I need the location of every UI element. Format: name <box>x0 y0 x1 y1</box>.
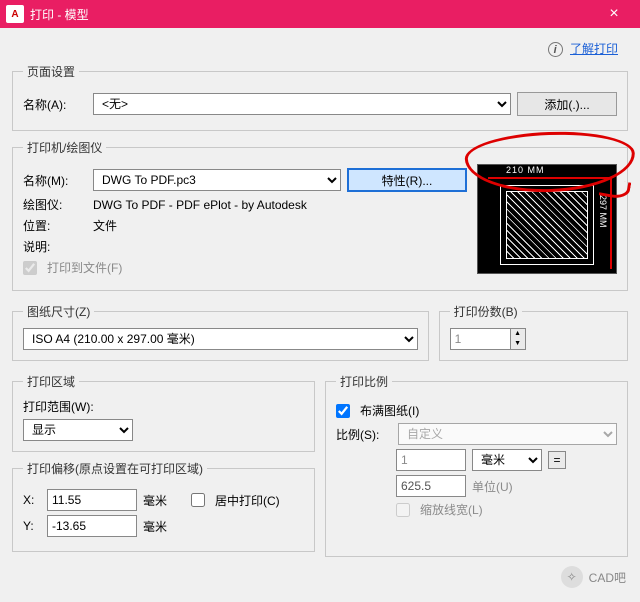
copies-group: 打印份数(B) ▲▼ <box>439 303 628 361</box>
printer-name-label: 名称(M): <box>23 172 87 189</box>
preview-dim-h <box>488 177 612 179</box>
center-plot-label: 居中打印(C) <box>215 492 280 509</box>
watermark-text: CAD吧 <box>589 569 626 586</box>
plot-scale-legend: 打印比例 <box>336 373 392 390</box>
scale-label: 比例(S): <box>336 426 392 443</box>
preview-height-label: 297 MM <box>598 195 608 228</box>
printer-group: 打印机/绘图仪 名称(M): DWG To PDF.pc3 特性(R)... 绘… <box>12 139 628 291</box>
plot-area-group: 打印区域 打印范围(W): 显示 <box>12 373 315 452</box>
offset-y-input[interactable] <box>47 515 137 537</box>
watermark: ✧ CAD吧 <box>561 566 626 588</box>
plotter-value: DWG To PDF - PDF ePlot - by Autodesk <box>93 198 307 212</box>
printer-properties-button[interactable]: 特性(R)... <box>347 168 467 192</box>
what-to-plot-label: 打印范围(W): <box>23 398 304 415</box>
preview-dim-v <box>610 177 612 269</box>
equals-button[interactable]: = <box>548 451 566 469</box>
plot-area-legend: 打印区域 <box>23 373 79 390</box>
where-label: 位置: <box>23 217 87 234</box>
page-setup-name-label: 名称(A): <box>23 96 87 113</box>
plotter-label: 绘图仪: <box>23 196 87 213</box>
scale-unit-select[interactable]: 毫米 <box>472 449 542 471</box>
plot-offset-group: 打印偏移(原点设置在可打印区域) X: 毫米 居中打印(C) Y: 毫米 <box>12 460 315 552</box>
close-icon[interactable]: × <box>594 5 634 23</box>
copies-input <box>450 328 510 350</box>
preview-page-rect <box>500 185 594 265</box>
titlebar: A 打印 - 模型 × <box>0 0 640 28</box>
copies-spinner[interactable]: ▲▼ <box>450 328 617 350</box>
preview-hatch <box>506 191 588 259</box>
offset-y-unit: 毫米 <box>143 518 167 535</box>
plot-offset-legend: 打印偏移(原点设置在可打印区域) <box>23 460 207 477</box>
paper-size-legend: 图纸尺寸(Z) <box>23 303 94 320</box>
offset-x-label: X: <box>23 493 41 507</box>
fit-to-paper-label: 布满图纸(I) <box>360 402 419 419</box>
scale-den-unit-label: 单位(U) <box>472 478 513 495</box>
page-setup-name-select[interactable]: <无> <box>93 93 511 115</box>
watermark-icon: ✧ <box>561 566 583 588</box>
center-plot-checkbox[interactable] <box>191 493 205 507</box>
offset-y-label: Y: <box>23 519 41 533</box>
what-to-plot-select[interactable]: 显示 <box>23 419 133 441</box>
scale-lineweights-label: 缩放线宽(L) <box>420 501 483 518</box>
learn-about-plotting-link[interactable]: 了解打印 <box>570 42 618 56</box>
scale-select: 自定义 <box>398 423 617 445</box>
plot-to-file-checkbox <box>23 261 37 275</box>
copies-legend: 打印份数(B) <box>450 303 522 320</box>
paper-size-select[interactable]: ISO A4 (210.00 x 297.00 毫米) <box>23 328 418 350</box>
app-icon: A <box>6 5 24 23</box>
printer-name-select[interactable]: DWG To PDF.pc3 <box>93 169 341 191</box>
page-setup-group: 页面设置 名称(A): <无> 添加(.)... <box>12 63 628 131</box>
offset-x-unit: 毫米 <box>143 492 167 509</box>
printer-legend: 打印机/绘图仪 <box>23 139 106 156</box>
spinner-down-icon: ▼ <box>511 339 525 349</box>
plot-to-file-label: 打印到文件(F) <box>47 259 122 276</box>
add-page-setup-button[interactable]: 添加(.)... <box>517 92 617 116</box>
scale-numerator-input <box>396 449 466 471</box>
window-title: 打印 - 模型 <box>30 6 594 23</box>
preview-width-label: 210 MM <box>506 165 545 175</box>
fit-to-paper-checkbox[interactable] <box>336 404 350 418</box>
info-icon: i <box>548 42 563 57</box>
paper-preview: 210 MM 297 MM <box>477 164 617 274</box>
plot-scale-group: 打印比例 布满图纸(I) 比例(S): 自定义 毫米 = <box>325 373 628 557</box>
description-label: 说明: <box>23 238 87 255</box>
spinner-up-icon: ▲ <box>511 329 525 339</box>
help-row: i 了解打印 <box>12 36 628 59</box>
scale-lineweights-checkbox <box>396 503 410 517</box>
scale-denominator-input <box>396 475 466 497</box>
where-value: 文件 <box>93 217 117 234</box>
offset-x-input[interactable] <box>47 489 137 511</box>
page-setup-legend: 页面设置 <box>23 63 79 80</box>
paper-size-group: 图纸尺寸(Z) ISO A4 (210.00 x 297.00 毫米) <box>12 303 429 361</box>
